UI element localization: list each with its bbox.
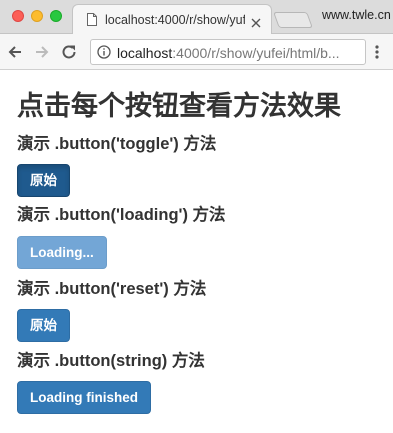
browser-tab-bar: localhost:4000/r/show/yufei/html/b... ww… [0,0,393,35]
string-section-label: 演示 .button(string) 方法 [17,352,205,370]
url-text: localhost:4000/r/show/yufei/html/b... [117,45,363,61]
tab-title: localhost:4000/r/show/yufei/html/b... [105,13,245,27]
loading-section-label: 演示 .button('loading') 方法 [17,206,226,224]
reload-icon[interactable] [60,43,78,61]
browser-toolbar: localhost:4000/r/show/yufei/html/b... [0,34,393,70]
toggle-demo-button[interactable]: 原始 [17,164,70,197]
loading-demo-button[interactable]: Loading... [17,236,107,269]
page-content: 点击每个按钮查看方法效果 演示 .button('toggle') 方法 原始 … [0,70,393,433]
page-title: 点击每个按钮查看方法效果 [17,91,341,121]
browser-tab[interactable]: localhost:4000/r/show/yufei/html/b... [72,4,272,35]
forward-arrow-icon[interactable] [33,43,51,61]
profile-label: www.twle.cn [322,8,391,22]
reset-demo-button[interactable]: 原始 [17,309,70,342]
minimize-window-button[interactable] [31,10,43,22]
page-icon [87,13,97,26]
string-demo-button[interactable]: Loading finished [17,381,151,414]
back-arrow-icon[interactable] [6,43,24,61]
close-window-button[interactable] [12,10,24,22]
close-tab-icon[interactable] [251,15,261,28]
reset-section-label: 演示 .button('reset') 方法 [17,280,207,298]
info-icon[interactable] [97,45,111,59]
zoom-window-button[interactable] [50,10,62,22]
new-tab-button[interactable] [273,12,313,28]
url-path: :4000/r/show/yufei/html/b... [172,45,340,61]
toggle-section-label: 演示 .button('toggle') 方法 [17,135,217,153]
menu-dots-icon[interactable] [374,44,380,60]
address-bar[interactable]: localhost:4000/r/show/yufei/html/b... [90,39,366,65]
url-host: localhost [117,45,173,61]
